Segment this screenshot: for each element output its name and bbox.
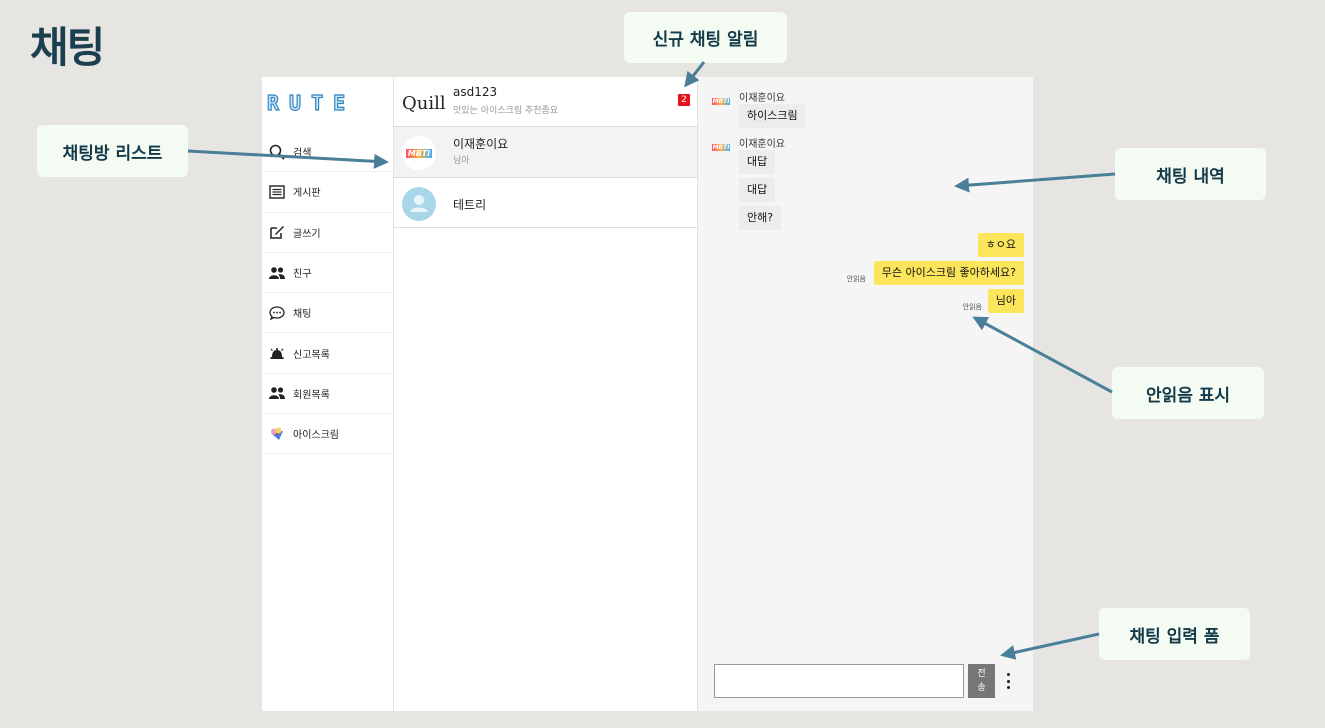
mbti-logo: MBTI xyxy=(405,148,433,158)
sender-name: 이재훈이요 xyxy=(739,93,785,104)
sidebar-item-label: 게시판 xyxy=(293,188,321,200)
default-user-avatar-icon xyxy=(402,186,436,221)
room-name: asd123 xyxy=(453,85,498,99)
sidebar-item-label: 채팅 xyxy=(293,309,312,321)
sidebar-item-ice-cream[interactable]: 아이스크림 xyxy=(262,414,394,455)
room-avatar-mbti: MBTI xyxy=(402,136,436,171)
message-bubble-sent: ㅎㅇ요 xyxy=(977,233,1024,257)
search-icon xyxy=(269,144,285,160)
sidebar-item-label: 회원목록 xyxy=(293,389,330,401)
sidebar-item-label: 친구 xyxy=(293,269,312,281)
friends-icon xyxy=(269,265,285,281)
more-options-icon[interactable] xyxy=(1003,671,1013,691)
message-bubble-sent: 무슨 아이스크림 좋아하세요? xyxy=(873,261,1024,285)
sidebar-item-label: 신고목록 xyxy=(293,349,330,361)
sidebar-nav: 검색 게시판 글쓰기 친구 채팅 신고목록 회원목록 아이스크림 xyxy=(262,132,394,455)
sender-avatar-mbti: MBTI xyxy=(709,140,733,154)
write-icon xyxy=(269,224,285,240)
unread-indicator: 안읽음 xyxy=(962,303,982,311)
callout-new-chat-alert: 신규 채팅 알림 xyxy=(624,12,787,63)
chat-app-window: RUTE 검색 게시판 글쓰기 친구 채팅 신고목록 회원목록 아이스크림 Qu… xyxy=(262,77,1033,711)
chat-room-list: Quill asd123 맛있는 아이스크림 추천좀요 2 MBTI 이재훈이요… xyxy=(394,77,698,711)
ice-cream-icon xyxy=(269,426,285,442)
callout-chat-input-form: 채팅 입력 폼 xyxy=(1099,608,1250,660)
chat-room-item[interactable]: 테트리 xyxy=(394,178,697,228)
mbti-logo: MBTI xyxy=(711,97,731,105)
message-bubble-received: 안해? xyxy=(739,206,782,230)
chat-room-item[interactable]: MBTI 이재훈이요 님아 xyxy=(394,127,697,178)
page-title: 채팅 xyxy=(30,23,105,72)
message-bubble-sent: 님아 xyxy=(987,289,1024,313)
mbti-logo: MBTI xyxy=(711,143,731,151)
sidebar-item-board[interactable]: 게시판 xyxy=(262,172,394,213)
members-icon xyxy=(269,385,285,401)
chat-room-item[interactable]: Quill asd123 맛있는 아이스크림 추천좀요 2 xyxy=(394,77,697,128)
send-button[interactable]: 전송 xyxy=(968,664,995,698)
unread-indicator: 안읽음 xyxy=(846,275,866,283)
sidebar-item-search[interactable]: 검색 xyxy=(262,132,394,173)
send-label-line: 전 xyxy=(977,669,986,679)
chat-window: MBTI 이재훈이요 하이스크림 MBTI 이재훈이요 대답 대답 안해? ㅎㅇ… xyxy=(698,77,1033,711)
sender-name: 이재훈이요 xyxy=(739,139,785,150)
room-name: 이재훈이요 xyxy=(453,137,509,152)
room-last-message: 맛있는 아이스크림 추천좀요 xyxy=(453,106,559,116)
sidebar-item-label: 글쓰기 xyxy=(293,228,321,240)
app-logo[interactable]: RUTE xyxy=(266,90,355,115)
sidebar-item-label: 아이스크림 xyxy=(293,430,339,442)
sidebar-item-write[interactable]: 글쓰기 xyxy=(262,213,394,253)
message-bubble-received: 대답 xyxy=(739,178,776,202)
room-last-message: 님아 xyxy=(453,156,470,167)
callout-unread-display: 안읽음 표시 xyxy=(1112,367,1264,419)
chat-message-input[interactable] xyxy=(714,664,964,698)
sender-avatar-mbti: MBTI xyxy=(709,94,733,108)
sidebar-item-reports[interactable]: 신고목록 xyxy=(262,333,394,374)
sidebar-item-chat[interactable]: 채팅 xyxy=(262,293,394,334)
report-bell-icon xyxy=(269,345,285,361)
sidebar-item-members[interactable]: 회원목록 xyxy=(262,374,394,415)
sidebar-item-friends[interactable]: 친구 xyxy=(262,253,394,294)
send-label-line: 송 xyxy=(977,683,986,693)
unread-count-badge: 2 xyxy=(678,94,690,106)
callout-room-list: 채팅방 리스트 xyxy=(37,125,188,177)
board-icon xyxy=(269,184,285,200)
message-bubble-received: 대답 xyxy=(739,150,776,174)
room-name: 테트리 xyxy=(453,197,487,212)
callout-chat-history: 채팅 내역 xyxy=(1115,148,1266,200)
chat-icon xyxy=(269,305,285,321)
sidebar: RUTE 검색 게시판 글쓰기 친구 채팅 신고목록 회원목록 아이스크림 xyxy=(262,77,394,711)
sidebar-item-label: 검색 xyxy=(293,148,312,160)
message-bubble-received: 하이스크림 xyxy=(739,104,806,128)
room-avatar-quill: Quill xyxy=(402,92,446,114)
